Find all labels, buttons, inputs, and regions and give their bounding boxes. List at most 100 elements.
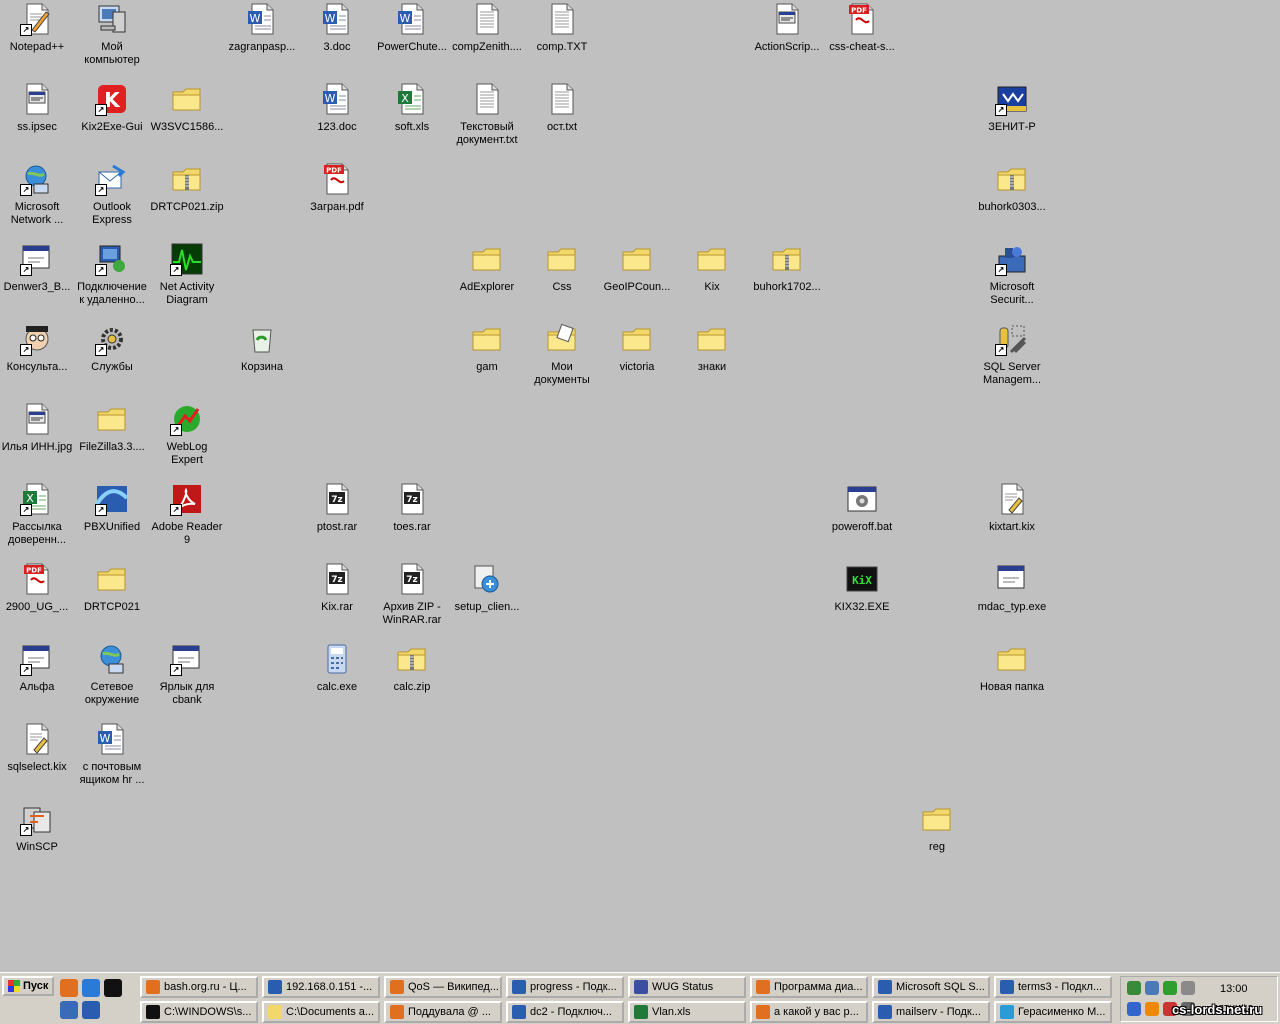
taskbar-button[interactable]: C:\Documents a... (262, 1001, 380, 1023)
desktop-icon[interactable]: ss.ipsec (0, 80, 74, 158)
network-tray-icon[interactable] (1127, 981, 1141, 995)
taskbar-button[interactable]: Vlan.xls (628, 1001, 746, 1023)
start-button[interactable]: Пуск (2, 976, 54, 996)
desktop-icon[interactable]: K ↗ Kix2Exe-Gui (75, 80, 149, 158)
desktop-icon[interactable]: ↗ Службы (75, 320, 149, 398)
desktop-icon[interactable]: ↗ Adobe Reader 9 (150, 480, 224, 558)
desktop-icon[interactable]: X ↗ Рассылка доверенн... (0, 480, 74, 558)
desktop-icon[interactable]: Мои документы (525, 320, 599, 398)
desktop-icon[interactable]: buhork0303... (975, 160, 1049, 238)
desktop-icon[interactable]: PDF css-cheat-s... (825, 0, 899, 78)
taskbar-button[interactable]: WUG Status (628, 976, 746, 998)
update-tray-icon[interactable] (1127, 1002, 1141, 1016)
desktop-icon[interactable]: reg (900, 800, 974, 878)
setup-installer-icon (470, 562, 504, 596)
desktop-icon[interactable]: Новая папка (975, 640, 1049, 718)
adobe-reader-icon: ↗ (170, 482, 204, 516)
desktop-icon[interactable]: ↗ WinSCP (0, 800, 74, 878)
taskbar-button[interactable]: progress - Подк... (506, 976, 624, 998)
taskbar-button-label: bash.org.ru - Ц... (164, 981, 247, 993)
desktop-icon[interactable]: ↗ Microsoft Network ... (0, 160, 74, 238)
desktop-icon[interactable]: setup_clien... (450, 560, 524, 638)
desktop-icon[interactable]: ↗ SQL Server Managem... (975, 320, 1049, 398)
cmd-icon[interactable] (104, 979, 122, 997)
taskbar-button[interactable]: QoS — Википед... (384, 976, 502, 998)
ie-icon[interactable] (82, 979, 100, 997)
desktop-icon[interactable]: kixtart.kix (975, 480, 1049, 558)
desktop-icon[interactable]: ↗ WebLog Expert (150, 400, 224, 478)
desktop-icon[interactable]: DRTCP021 (75, 560, 149, 638)
desktop-icon[interactable]: poweroff.bat (825, 480, 899, 558)
desktop-icon[interactable]: GeoIPCoun... (600, 240, 674, 318)
desktop-icon[interactable]: comp.TXT (525, 0, 599, 78)
taskbar-button[interactable]: C:\WINDOWS\s... (140, 1001, 258, 1023)
desktop-icon[interactable]: sqlselect.kix (0, 720, 74, 798)
desktop-icon[interactable]: calc.zip (375, 640, 449, 718)
taskbar-button[interactable]: Программа диа... (750, 976, 868, 998)
desktop-icon[interactable]: ↗ PBXUnified (75, 480, 149, 558)
desktop-icon[interactable]: ActionScrip... (750, 0, 824, 78)
desktop-icon[interactable]: FileZilla3.3.... (75, 400, 149, 478)
desktop-icon[interactable]: Мой компьютер (75, 0, 149, 78)
security-tray-icon[interactable] (1163, 981, 1177, 995)
desktop-icon[interactable]: KiX KIX32.EXE (825, 560, 899, 638)
desktop-icon[interactable]: знаки (675, 320, 749, 398)
desktop-icon[interactable]: DRTCP021.zip (150, 160, 224, 238)
desktop-icon[interactable]: ↗ Подключение к удаленно... (75, 240, 149, 318)
desktop-icon[interactable]: calc.exe (300, 640, 374, 718)
desktop-icon[interactable]: ↗ Net Activity Diagram (150, 240, 224, 318)
desktop-icon[interactable]: ост.txt (525, 80, 599, 158)
desktop-icon[interactable]: ↗ Консульта... (0, 320, 74, 398)
taskbar-button[interactable]: dc2 - Подключ... (506, 1001, 624, 1023)
desktop-icon[interactable]: Wс почтовым ящиком hr ... (75, 720, 149, 798)
desktop-icon[interactable]: Текстовый документ.txt (450, 80, 524, 158)
desktop-icon[interactable]: 7z ptost.rar (300, 480, 374, 558)
taskbar-button[interactable]: terms3 - Подкл... (994, 976, 1112, 998)
taskbar-button[interactable]: 192.168.0.151 -... (262, 976, 380, 998)
desktop-icon[interactable]: victoria (600, 320, 674, 398)
desktop-icon[interactable]: 7z Kix.rar (300, 560, 374, 638)
desktop-icon[interactable]: W 3.doc (300, 0, 374, 78)
desktop-icon[interactable]: ↗ Outlook Express (75, 160, 149, 238)
firefox-icon[interactable] (60, 979, 78, 997)
desktop-icon[interactable]: Корзина (225, 320, 299, 398)
desktop-icon[interactable]: Wzagranpasp... (225, 0, 299, 78)
taskbar-button[interactable]: Microsoft SQL S... (872, 976, 990, 998)
desktop-icon[interactable]: Kix (675, 240, 749, 318)
desktop-icon[interactable]: Сетевое окружение (75, 640, 149, 718)
desktop-icon[interactable]: ↗ Notepad++ (0, 0, 74, 78)
desktop-icon[interactable]: Xsoft.xls (375, 80, 449, 158)
taskbar-button[interactable]: Герасименко М... (994, 1001, 1112, 1023)
desktop-icon[interactable]: mdac_typ.exe (975, 560, 1049, 638)
desktop-icon-label: WebLog Expert (166, 441, 208, 466)
desktop-icon[interactable]: Илья ИНН.jpg (0, 400, 74, 478)
desktop-icon[interactable]: ↗ Microsoft Securit... (975, 240, 1049, 318)
desktop-icon[interactable]: Css (525, 240, 599, 318)
desktop-icon[interactable]: W3SVC1586... (150, 80, 224, 158)
desktop-icon[interactable]: ↗ ЗЕНИТ-Р (975, 80, 1049, 158)
desktop-icon[interactable]: 7z toes.rar (375, 480, 449, 558)
taskbar-button-label: C:\Documents a... (286, 1006, 375, 1018)
ie-small-icon[interactable] (60, 1001, 78, 1019)
taskbar-button[interactable]: mailserv - Подк... (872, 1001, 990, 1023)
display-tray-icon[interactable] (1145, 981, 1159, 995)
desktop-icon[interactable]: AdExplorer (450, 240, 524, 318)
desktop-icon[interactable]: PDF 2900_UG_... (0, 560, 74, 638)
app-tray-icon[interactable] (1145, 1002, 1159, 1016)
taskbar-button[interactable]: bash.org.ru - Ц... (140, 976, 258, 998)
taskbar-button[interactable]: Поддувала @ ... (384, 1001, 502, 1023)
taskbar-button[interactable]: а какой у вас р... (750, 1001, 868, 1023)
desktop-icon[interactable]: ↗ Альфа (0, 640, 74, 718)
volume-tray-icon[interactable] (1181, 981, 1195, 995)
clock[interactable]: 13:00 (1220, 983, 1248, 995)
desktop-icon[interactable]: W 123.doc (300, 80, 374, 158)
desktop-icon[interactable]: gam (450, 320, 524, 398)
desktop-icon[interactable]: compZenith.... (450, 0, 524, 78)
desktop-icon[interactable]: ↗ Denwer3_B... (0, 240, 74, 318)
desktop-icon[interactable]: ↗ Ярлык для cbank (150, 640, 224, 718)
remote-desktop-icon[interactable] (82, 1001, 100, 1019)
desktop-icon[interactable]: 7z Архив ZIP - WinRAR.rar (375, 560, 449, 638)
desktop-icon[interactable]: W PowerChute... (375, 0, 449, 78)
desktop-icon[interactable]: PDF Загран.pdf (300, 160, 374, 238)
desktop-icon[interactable]: buhork1702... (750, 240, 824, 318)
